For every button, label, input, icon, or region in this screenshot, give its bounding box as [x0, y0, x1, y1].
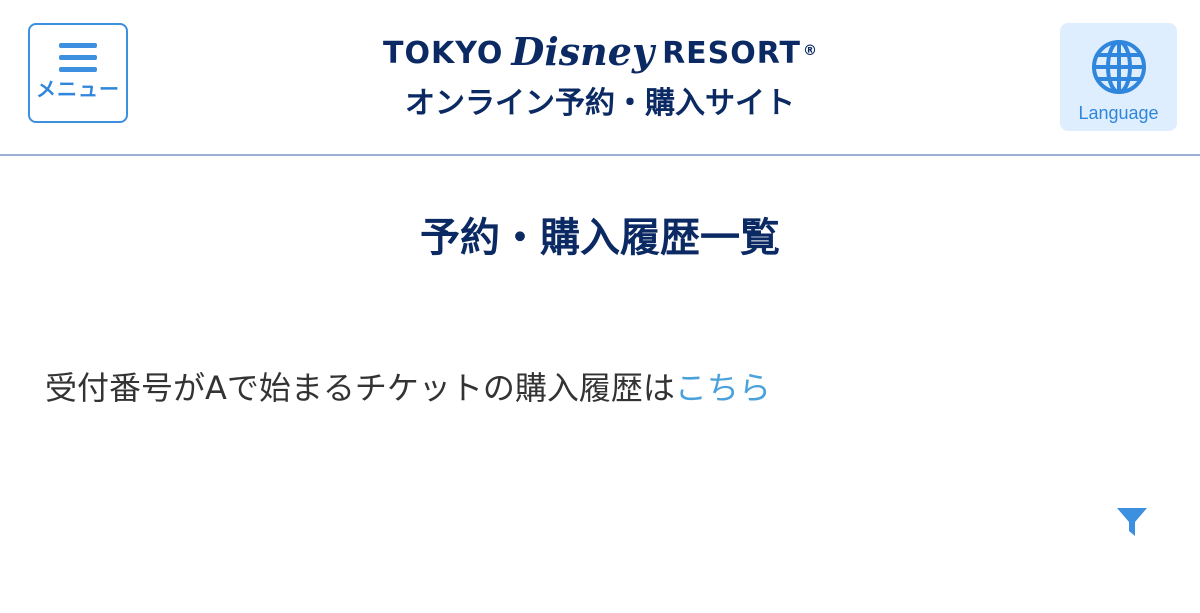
- logo-disney-text: Disney: [511, 28, 655, 74]
- logo-wordmark: TOKYO Disney RESORT ®: [383, 28, 817, 78]
- page: メニュー TOKYO Disney RESORT ® オンライン予約・購入サイト…: [0, 0, 1200, 613]
- notice-text: 受付番号がAで始まるチケットの購入履歴は: [45, 369, 675, 407]
- filter-button[interactable]: [1110, 500, 1154, 544]
- menu-button[interactable]: メニュー: [28, 23, 128, 123]
- logo-subtitle: オンライン予約・購入サイト: [405, 86, 795, 121]
- menu-button-label: メニュー: [36, 77, 120, 101]
- logo-tokyo-text: TOKYO: [383, 35, 504, 71]
- filter-icon: [1117, 508, 1147, 536]
- language-button[interactable]: Language: [1060, 23, 1177, 131]
- site-logo[interactable]: TOKYO Disney RESORT ® オンライン予約・購入サイト: [383, 28, 817, 126]
- notice-link[interactable]: こちら: [675, 369, 771, 407]
- logo-registered-mark: ®: [802, 43, 817, 59]
- language-button-label: Language: [1078, 103, 1159, 123]
- globe-icon: [1091, 40, 1146, 94]
- hamburger-icon: [59, 43, 97, 72]
- site-header: メニュー TOKYO Disney RESORT ® オンライン予約・購入サイト…: [0, 0, 1200, 156]
- logo-resort-text: RESORT: [662, 35, 801, 71]
- purchase-history-notice: 受付番号がAで始まるチケットの購入履歴はこちら: [45, 364, 771, 412]
- page-title: 予約・購入履歴一覧: [420, 215, 780, 261]
